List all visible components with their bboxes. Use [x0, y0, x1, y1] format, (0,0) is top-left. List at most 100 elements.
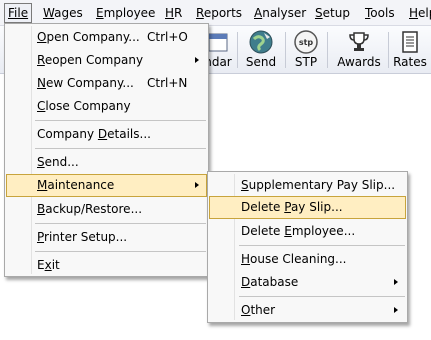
menu-item-reopen-company-label: Reopen Company — [37, 49, 143, 71]
menu-item-new-company-label: New Company... — [37, 72, 134, 94]
menu-item-company-details-prefix: Company — [37, 127, 98, 141]
menu-item-maintenance-text: aintenance — [47, 178, 115, 192]
menu-item-database-accel: D — [241, 275, 251, 289]
menu-item-open-company-label: Open Company... — [37, 26, 140, 48]
stp-icon: stp — [293, 29, 319, 55]
menu-reports-accel: R — [196, 6, 204, 20]
menu-analyser-accel: A — [254, 6, 263, 20]
menu-item-delete-pay-slip-label: Delete Pay Slip... — [241, 197, 343, 217]
menu-separator — [35, 148, 206, 149]
menu-separator — [35, 223, 206, 224]
menu-item-reopen-company-accel: R — [37, 53, 45, 67]
menu-tools-label: ools — [370, 6, 395, 20]
menu-separator — [35, 251, 206, 252]
menu-item-house-cleaning[interactable]: House Cleaning... — [210, 248, 405, 270]
menu-employee[interactable]: Employee — [96, 3, 155, 23]
menu-item-send-text: end... — [44, 155, 79, 169]
menu-item-new-company-accel: N — [37, 76, 46, 90]
menu-item-reopen-company[interactable]: Reopen Company — [7, 49, 206, 71]
menu-item-delete-pay-slip[interactable]: Delete Pay Slip... — [209, 196, 406, 219]
menu-item-exit[interactable]: Exit — [7, 254, 206, 276]
menu-reports-label: eports — [203, 6, 243, 20]
menu-wages[interactable]: Wages — [43, 3, 83, 23]
menu-item-supplementary-pay-slip-label: Supplementary Pay Slip... — [241, 174, 395, 196]
submenu-arrow-icon — [394, 307, 398, 313]
toolbar-separator — [285, 32, 286, 68]
menu-item-database-label: Database — [241, 271, 298, 293]
menu-item-delete-employee-accel: E — [284, 224, 292, 238]
toolbar-rates-button[interactable]: Rates — [391, 28, 429, 72]
menu-item-printer-setup-label: Printer Setup... — [37, 226, 127, 248]
menu-item-exit-prefix: E — [37, 258, 45, 272]
menu-item-open-company[interactable]: Open Company... Ctrl+O — [7, 26, 206, 48]
menu-item-other-label: Other — [241, 299, 275, 321]
menu-item-database[interactable]: Database — [210, 271, 405, 293]
submenu-arrow-icon — [195, 182, 199, 188]
menu-item-backup-restore[interactable]: Backup/Restore... — [7, 198, 206, 220]
menu-item-backup-restore-label: Backup/Restore... — [37, 198, 142, 220]
menu-analyser[interactable]: Analyser — [254, 3, 306, 23]
menu-separator — [35, 120, 206, 121]
menu-hr-accel: H — [165, 6, 175, 20]
menu-hr[interactable]: HR — [165, 3, 182, 23]
submenu-arrow-icon — [195, 57, 199, 63]
menu-item-delete-employee-text: mployee... — [291, 224, 356, 238]
menu-tools[interactable]: Tools — [365, 3, 395, 23]
menu-item-maintenance[interactable]: Maintenance — [6, 174, 207, 197]
menu-item-new-company[interactable]: New Company... Ctrl+N — [7, 72, 206, 94]
menu-item-printer-setup-accel: P — [37, 230, 45, 244]
menu-item-new-company-text: ew Company... — [45, 76, 134, 90]
menu-file[interactable]: File — [4, 3, 33, 23]
menu-reports[interactable]: Reports — [196, 3, 242, 23]
toolbar-awards-button[interactable]: Awards — [334, 28, 384, 72]
file-menu: Open Company... Ctrl+O Reopen Company Ne… — [4, 23, 209, 277]
menu-item-other[interactable]: Other — [210, 299, 405, 321]
menu-analyser-label: nalyser — [262, 6, 307, 20]
menu-item-reopen-company-text: eopen Company — [44, 53, 144, 67]
menu-item-delete-pay-slip-text: ay Slip... — [290, 200, 343, 214]
menu-item-send-label: Send... — [37, 151, 79, 173]
menu-item-company-details[interactable]: Company Details... — [7, 123, 206, 145]
menu-item-delete-employee-label: Delete Employee... — [241, 220, 355, 242]
toolbar-separator — [237, 32, 238, 68]
toolbar-send-button[interactable]: Send — [240, 28, 282, 72]
menu-wages-accel: W — [43, 6, 55, 20]
menu-setup-accel: S — [315, 6, 323, 20]
toolbar-send-label: Send — [245, 55, 277, 69]
toolbar-awards-label: Awards — [337, 55, 381, 69]
menu-setup[interactable]: Setup — [315, 3, 350, 23]
menu-item-company-details-label: Company Details... — [37, 123, 151, 145]
trophy-icon — [346, 29, 372, 55]
menu-item-delete-employee-prefix: Delete — [241, 224, 285, 238]
menu-file-label: File — [8, 6, 29, 20]
menu-item-exit-label: Exit — [37, 254, 60, 276]
menu-item-delete-employee[interactable]: Delete Employee... — [210, 220, 405, 242]
menu-item-supplementary-pay-slip-text: upplementary Pay Slip... — [248, 178, 396, 192]
menu-item-backup-restore-text: ackup/Restore... — [45, 202, 143, 216]
menu-item-company-details-text: etails... — [107, 127, 151, 141]
menu-item-close-company-label: Close Company — [37, 95, 131, 117]
menu-item-house-cleaning-accel: H — [241, 252, 251, 266]
menu-item-house-cleaning-text: ouse Cleaning... — [250, 252, 347, 266]
menu-item-send-accel: S — [37, 155, 45, 169]
menu-item-open-company-text: pen Company... — [46, 30, 140, 44]
menu-item-delete-pay-slip-accel: P — [284, 200, 291, 214]
menu-item-exit-text: it — [51, 258, 60, 272]
menu-item-printer-setup[interactable]: Printer Setup... — [7, 226, 206, 248]
menu-item-supplementary-pay-slip[interactable]: Supplementary Pay Slip... — [210, 174, 405, 196]
toolbar-separator — [388, 32, 389, 68]
menu-setup-label: etup — [322, 6, 350, 20]
menu-wages-label: ages — [54, 6, 83, 20]
menu-item-open-company-shortcut: Ctrl+O — [147, 30, 188, 44]
menu-item-send[interactable]: Send... — [7, 151, 206, 173]
menu-item-maintenance-label: Maintenance — [37, 175, 114, 195]
toolbar-stp-button[interactable]: stp STP — [288, 28, 324, 72]
submenu-arrow-icon — [394, 279, 398, 285]
menu-item-maintenance-accel: M — [37, 178, 48, 192]
menu-separator — [239, 296, 405, 297]
menu-help[interactable]: Help — [409, 3, 431, 23]
menu-item-close-company[interactable]: Close Company — [7, 95, 206, 117]
menu-item-supplementary-pay-slip-accel: S — [241, 178, 249, 192]
rates-table-icon — [397, 29, 423, 55]
stp-icon-text: stp — [299, 38, 314, 47]
